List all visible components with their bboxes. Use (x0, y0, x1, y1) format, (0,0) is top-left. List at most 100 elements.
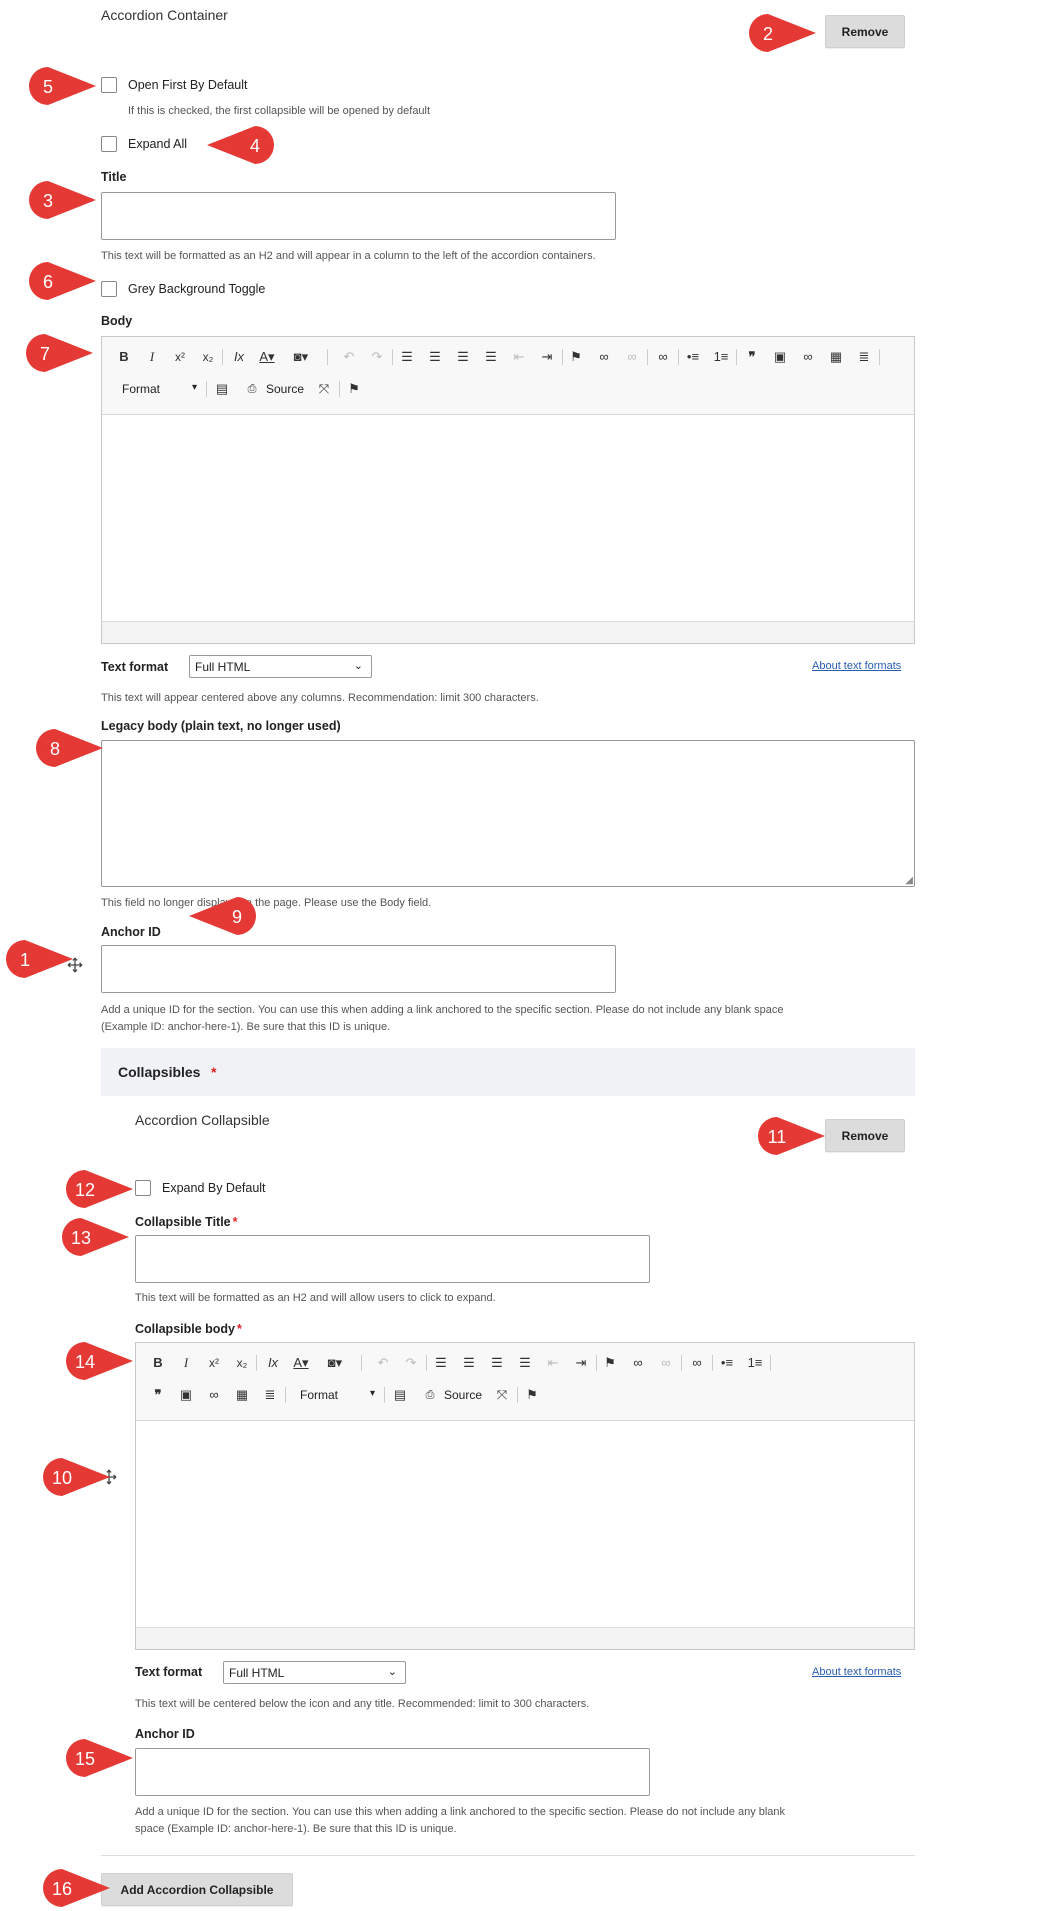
align-center-icon[interactable]: ☰ (426, 349, 444, 365)
legacy-body-label: Legacy body (plain text, no longer used) (101, 719, 341, 733)
marker-label: 9 (232, 907, 242, 927)
link-icon[interactable]: ∞ (205, 1387, 223, 1403)
redo-icon[interactable]: ↷ (402, 1355, 420, 1371)
resize-handle-icon[interactable]: ◢ (905, 875, 913, 886)
grey-background-checkbox[interactable] (101, 281, 117, 297)
collapsible-title-help: This text will be formatted as an H2 and… (135, 1292, 496, 1304)
bold-icon[interactable]: B (149, 1355, 167, 1371)
format-dropdown[interactable]: Format (122, 382, 160, 396)
body-editor-statusbar (102, 621, 914, 643)
subscript-icon[interactable]: x₂ (233, 1355, 251, 1371)
horizontal-rule-icon[interactable]: ≣ (855, 349, 873, 365)
open-first-label: Open First By Default (128, 78, 248, 92)
indent-icon[interactable]: ⇥ (538, 349, 556, 365)
anchor-id-input[interactable] (101, 945, 616, 993)
title-input[interactable] (101, 192, 616, 240)
anchor-id-help-line2: (Example ID: anchor-here-1). Be sure tha… (101, 1021, 391, 1033)
numbered-list-icon[interactable]: 1≡ (712, 349, 730, 365)
text-color-icon[interactable]: A▾ (258, 349, 276, 365)
source-icon[interactable]: ⎙ (243, 381, 261, 397)
collapsible-text-format-select[interactable]: Full HTML ⌄ (223, 1661, 406, 1684)
collapsible-body-editor[interactable]: B I x² x₂ Ix A▾ ◙▾ ↶ ↷ ☰ ☰ ☰ ☰ ⇤ ⇥ ⚑ ∞ ∞… (135, 1342, 915, 1650)
link-icon[interactable]: ∞ (688, 1355, 706, 1371)
remove-format-icon[interactable]: Ix (230, 349, 248, 365)
blockquote-icon[interactable]: ❞ (149, 1387, 167, 1403)
expand-all-checkbox[interactable] (101, 136, 117, 152)
numbered-list-icon[interactable]: 1≡ (746, 1355, 764, 1371)
paste-text-icon[interactable]: ▤ (213, 381, 231, 397)
collapsible-title-input[interactable] (135, 1235, 650, 1283)
source-icon[interactable]: ⎙ (421, 1387, 439, 1403)
bold-icon[interactable]: B (115, 349, 133, 365)
about-text-formats-link[interactable]: About text formats (812, 1666, 901, 1678)
align-left-icon[interactable]: ☰ (432, 1355, 450, 1371)
undo-icon[interactable]: ↶ (374, 1355, 392, 1371)
image-icon[interactable]: ▣ (771, 349, 789, 365)
source-button[interactable]: Source (444, 1388, 482, 1402)
flag-icon[interactable]: ⚑ (567, 349, 585, 365)
justify-icon[interactable]: ☰ (516, 1355, 534, 1371)
bg-color-icon[interactable]: ◙▾ (326, 1355, 344, 1371)
bulleted-list-icon[interactable]: •≡ (718, 1355, 736, 1371)
outdent-icon[interactable]: ⇤ (510, 349, 528, 365)
superscript-icon[interactable]: x² (205, 1355, 223, 1371)
collapsible-anchor-id-input[interactable] (135, 1748, 650, 1796)
expand-by-default-label: Expand By Default (162, 1181, 266, 1195)
add-accordion-collapsible-button[interactable]: Add Accordion Collapsible (101, 1873, 293, 1906)
maximize-icon[interactable]: ⤧ (493, 1387, 511, 1403)
format-dropdown[interactable]: Format (300, 1388, 338, 1402)
remove-container-button[interactable]: Remove (825, 15, 905, 48)
flag-icon[interactable]: ⚑ (523, 1387, 541, 1403)
format-dropdown-chevron-icon[interactable]: ▾ (192, 382, 197, 393)
link-icon[interactable]: ∞ (629, 1355, 647, 1371)
redo-icon[interactable]: ↷ (368, 349, 386, 365)
superscript-icon[interactable]: x² (171, 349, 189, 365)
body-editor[interactable]: B I x² x₂ Ix A▾ ◙▾ ↶ ↷ ☰ ☰ ☰ ☰ ⇤ ⇥ ⚑ ∞ ∞… (101, 336, 915, 644)
text-color-icon[interactable]: A▾ (292, 1355, 310, 1371)
source-button[interactable]: Source (266, 382, 304, 396)
open-first-checkbox[interactable] (101, 77, 117, 93)
subscript-icon[interactable]: x₂ (199, 349, 217, 365)
align-left-icon[interactable]: ☰ (398, 349, 416, 365)
flag-icon[interactable]: ⚑ (345, 381, 363, 397)
link-icon[interactable]: ∞ (654, 349, 672, 365)
link-icon[interactable]: ∞ (799, 349, 817, 365)
callout-marker-4: 4 (207, 126, 275, 164)
text-format-value: Full HTML (195, 659, 251, 674)
bulleted-list-icon[interactable]: •≡ (684, 349, 702, 365)
bg-color-icon[interactable]: ◙▾ (292, 349, 310, 365)
image-icon[interactable]: ▣ (177, 1387, 195, 1403)
flag-icon[interactable]: ⚑ (601, 1355, 619, 1371)
callout-marker-11: 11 (757, 1117, 825, 1155)
unlink-icon[interactable]: ∞ (657, 1355, 675, 1371)
anchor-id-label: Anchor ID (101, 925, 161, 939)
table-icon[interactable]: ▦ (233, 1387, 251, 1403)
italic-icon[interactable]: I (177, 1355, 195, 1371)
remove-format-icon[interactable]: Ix (264, 1355, 282, 1371)
text-format-select[interactable]: Full HTML ⌄ (189, 655, 372, 678)
table-icon[interactable]: ▦ (827, 349, 845, 365)
align-right-icon[interactable]: ☰ (488, 1355, 506, 1371)
format-dropdown-chevron-icon[interactable]: ▾ (370, 1388, 375, 1399)
remove-collapsible-button[interactable]: Remove (825, 1119, 905, 1152)
collapsibles-header: Collapsibles * (101, 1048, 915, 1096)
undo-icon[interactable]: ↶ (340, 349, 358, 365)
align-right-icon[interactable]: ☰ (454, 349, 472, 365)
indent-icon[interactable]: ⇥ (572, 1355, 590, 1371)
paste-text-icon[interactable]: ▤ (391, 1387, 409, 1403)
link-icon[interactable]: ∞ (595, 349, 613, 365)
align-center-icon[interactable]: ☰ (460, 1355, 478, 1371)
marker-label: 12 (75, 1180, 95, 1200)
marker-label: 13 (71, 1228, 91, 1248)
legacy-body-textarea[interactable]: ◢ (101, 740, 915, 887)
italic-icon[interactable]: I (143, 349, 161, 365)
unlink-icon[interactable]: ∞ (623, 349, 641, 365)
horizontal-rule-icon[interactable]: ≣ (261, 1387, 279, 1403)
maximize-icon[interactable]: ⤧ (315, 381, 333, 397)
outdent-icon[interactable]: ⇤ (544, 1355, 562, 1371)
expand-by-default-checkbox[interactable] (135, 1180, 151, 1196)
callout-marker-13: 13 (61, 1218, 129, 1256)
blockquote-icon[interactable]: ❞ (743, 349, 761, 365)
justify-icon[interactable]: ☰ (482, 349, 500, 365)
about-text-formats-link[interactable]: About text formats (812, 660, 901, 672)
